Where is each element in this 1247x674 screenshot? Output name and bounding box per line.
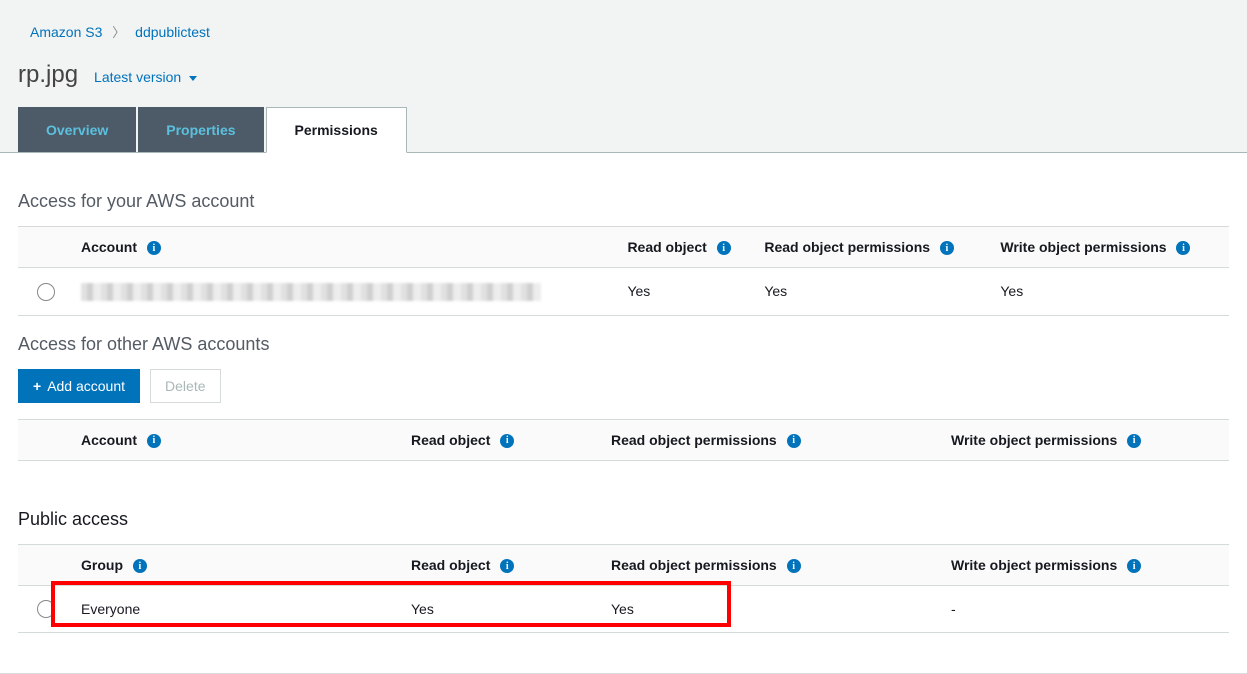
col-write-perm: Write object permissions [943, 419, 1229, 460]
info-icon[interactable] [1127, 434, 1141, 448]
add-account-label: Add account [47, 378, 125, 394]
col-write-perm: Write object permissions [992, 227, 1229, 268]
col-group: Group [73, 544, 403, 585]
public-read-obj: Yes [403, 586, 603, 633]
info-icon[interactable] [147, 434, 161, 448]
col-account: Account [73, 419, 403, 460]
col-read-obj-label: Read object [411, 432, 490, 448]
own-account-table: Account Read object Read object permissi… [18, 226, 1229, 316]
col-account-label: Account [81, 239, 137, 255]
col-select [18, 544, 73, 585]
tab-permissions[interactable]: Permissions [266, 107, 407, 153]
col-read-obj-label: Read object [627, 239, 706, 255]
info-icon[interactable] [133, 559, 147, 573]
info-icon[interactable] [500, 559, 514, 573]
section-other-title: Access for other AWS accounts [18, 334, 1229, 355]
col-select [18, 419, 73, 460]
delete-button: Delete [150, 369, 220, 403]
plus-icon: + [33, 378, 41, 394]
public-group: Everyone [73, 586, 403, 633]
breadcrumb-root[interactable]: Amazon S3 [30, 24, 102, 40]
col-read-perm-label: Read object permissions [611, 557, 777, 573]
col-write-perm-label: Write object permissions [951, 432, 1117, 448]
public-write-perm: - [943, 586, 1229, 633]
col-account: Account [73, 227, 619, 268]
col-write-perm: Write object permissions [943, 544, 1229, 585]
col-select [18, 227, 73, 268]
breadcrumb-bucket[interactable]: ddpublictest [135, 24, 210, 40]
col-read-perm: Read object permissions [756, 227, 992, 268]
col-read-obj: Read object [403, 419, 603, 460]
col-group-label: Group [81, 557, 123, 573]
col-read-perm: Read object permissions [603, 544, 943, 585]
info-icon[interactable] [787, 434, 801, 448]
info-icon[interactable] [147, 241, 161, 255]
col-account-label: Account [81, 432, 137, 448]
info-icon[interactable] [717, 241, 731, 255]
version-dropdown[interactable]: Latest version [94, 69, 197, 85]
row-radio[interactable] [37, 600, 55, 618]
col-read-obj: Read object [619, 227, 756, 268]
public-access-table: Group Read object Read object permission… [18, 544, 1229, 634]
row-radio[interactable] [37, 283, 55, 301]
version-label: Latest version [94, 69, 181, 85]
col-write-perm-label: Write object permissions [951, 557, 1117, 573]
tabs: Overview Properties Permissions [0, 107, 1247, 153]
chevron-right-icon: 〉 [112, 25, 125, 40]
add-account-button[interactable]: + Add account [18, 369, 140, 403]
own-account-row[interactable]: Yes Yes Yes [18, 268, 1229, 315]
col-read-obj: Read object [403, 544, 603, 585]
page-title: rp.jpg [18, 61, 78, 89]
col-read-perm: Read object permissions [603, 419, 943, 460]
info-icon[interactable] [500, 434, 514, 448]
breadcrumb: Amazon S3 〉 ddpublictest [0, 0, 1247, 51]
account-id-redacted [81, 283, 541, 301]
public-everyone-row[interactable]: Everyone Yes Yes - [18, 586, 1229, 633]
info-icon[interactable] [1127, 559, 1141, 573]
tab-overview[interactable]: Overview [18, 107, 136, 152]
section-public-title: Public access [18, 509, 1229, 530]
own-read-obj: Yes [619, 268, 756, 315]
col-read-perm-label: Read object permissions [611, 432, 777, 448]
col-read-perm-label: Read object permissions [764, 239, 930, 255]
info-icon[interactable] [1176, 241, 1190, 255]
info-icon[interactable] [940, 241, 954, 255]
tab-properties[interactable]: Properties [138, 107, 263, 152]
permissions-panel: Access for your AWS account Account Read… [0, 153, 1247, 674]
section-own-title: Access for your AWS account [18, 191, 1229, 212]
col-read-obj-label: Read object [411, 557, 490, 573]
own-read-perm: Yes [756, 268, 992, 315]
info-icon[interactable] [787, 559, 801, 573]
col-write-perm-label: Write object permissions [1000, 239, 1166, 255]
other-accounts-table: Account Read object Read object permissi… [18, 419, 1229, 461]
own-write-perm: Yes [992, 268, 1229, 315]
public-read-perm: Yes [603, 586, 943, 633]
caret-down-icon [189, 76, 197, 81]
